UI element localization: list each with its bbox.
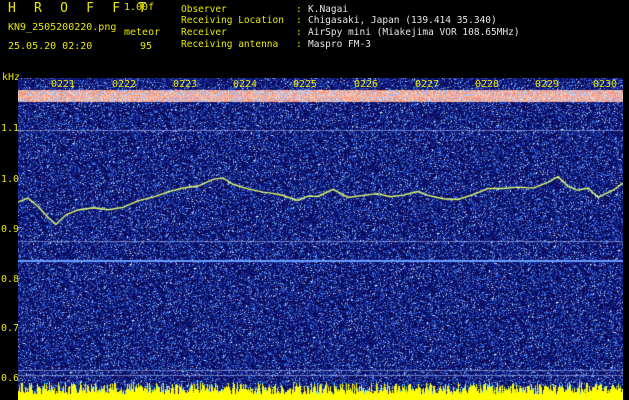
receiver-label: Receiver <box>181 27 227 38</box>
time-tick-0223: 0223 <box>172 79 198 90</box>
receiver-colon: : <box>296 27 302 38</box>
freq-tick-0-8: 0.8 <box>1 274 20 285</box>
spectrogram-canvas <box>18 78 623 400</box>
time-tick-0228: 0228 <box>474 79 500 90</box>
observer-colon: : <box>296 4 302 15</box>
header-panel: H R O F F T 1.00f KN9_2505200220.png met… <box>0 0 629 76</box>
antenna-label: Receiving antenna <box>181 39 279 50</box>
filename-label: KN9_2505200220.png <box>8 22 117 33</box>
receiver-value: AirSpy mini (Miakejima VOR 108.65MHz) <box>308 27 520 38</box>
freq-tick-0-7: 0.7 <box>1 323 20 334</box>
location-label: Receiving Location <box>181 15 284 26</box>
spectrogram-plot <box>18 78 623 400</box>
meteor-count: 95 <box>140 41 153 52</box>
freq-tick-0-6: 0.6 <box>1 373 20 384</box>
time-tick-0230: 0230 <box>592 79 618 90</box>
time-tick-0229: 0229 <box>534 79 560 90</box>
location-colon: : <box>296 15 302 26</box>
freq-tick-1-0: 1.0 <box>1 174 20 185</box>
location-value: Chigasaki, Japan (139.414 35.340) <box>308 15 497 26</box>
time-tick-0221: 0221 <box>50 79 76 90</box>
freq-tick-0-9: 0.9 <box>1 224 20 235</box>
time-tick-0227: 0227 <box>414 79 440 90</box>
version-label: 1.00f <box>124 2 155 13</box>
datetime-label: 25.05.20 02:20 <box>8 41 93 52</box>
observer-value: K.Nagai <box>308 4 349 15</box>
time-tick-0225: 0225 <box>292 79 318 90</box>
time-tick-0224: 0224 <box>232 79 258 90</box>
antenna-value: Maspro FM-3 <box>308 39 371 50</box>
antenna-colon: : <box>296 39 302 50</box>
freq-tick-1-1: 1.1 <box>1 123 20 134</box>
observer-label: Observer <box>181 4 227 15</box>
time-tick-0222: 0222 <box>111 79 137 90</box>
time-tick-0226: 0226 <box>353 79 379 90</box>
meteor-label: meteor <box>124 27 161 38</box>
